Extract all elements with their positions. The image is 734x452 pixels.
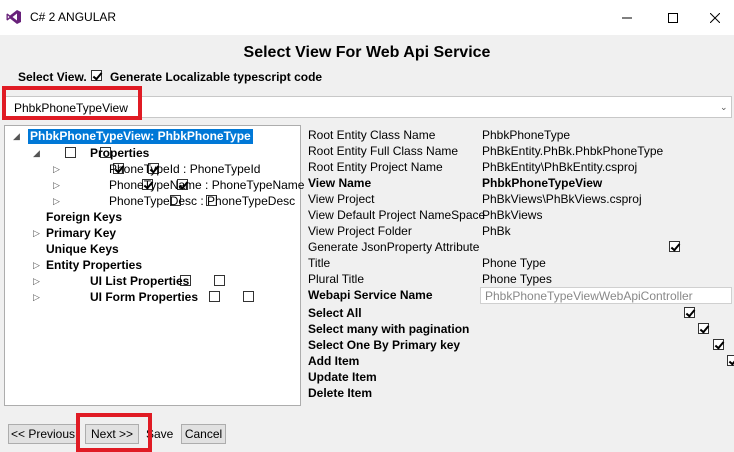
tree-node-prop[interactable]: PhoneTypeId : PhoneTypeId — [109, 162, 260, 176]
grid-value: PhBkEntity\PhBkEntity.csproj — [482, 160, 638, 174]
tree-node-ui-list[interactable]: UI List Properties — [90, 274, 189, 288]
tree-node-primary-key[interactable]: Primary Key — [46, 226, 116, 240]
grid-key: Root Entity Full Class Name — [308, 144, 459, 158]
tree-node-prop[interactable]: PhoneTypeDesc : PhoneTypeDesc — [109, 194, 295, 208]
grid-key: View Project Folder — [308, 224, 412, 238]
grid-key: Select One By Primary key — [308, 338, 461, 352]
grid-value: PhbkPhoneTypeView — [482, 176, 603, 190]
grid-key: Select All — [308, 306, 362, 320]
grid-key: Add Item — [308, 354, 360, 368]
grid-key: Root Entity Project Name — [308, 160, 443, 174]
generate-json-property-checkbox[interactable] — [669, 241, 681, 252]
tree-node-foreign-keys[interactable]: Foreign Keys — [46, 210, 122, 224]
select-all-checkbox[interactable] — [683, 307, 695, 318]
select-view-label: Select View. — [18, 70, 87, 84]
previous-button[interactable]: << Previous — [8, 424, 78, 444]
tree-node-entity-properties[interactable]: Entity Properties — [46, 258, 142, 272]
highlight-box — [76, 413, 152, 452]
visual-studio-icon — [6, 9, 22, 25]
minimize-icon — [622, 17, 632, 18]
chevron-down-icon[interactable]: ⌄ — [720, 102, 728, 113]
grid-value: PhbkPhoneType — [482, 128, 571, 142]
maximize-icon — [668, 12, 678, 23]
tree-node-unique-keys[interactable]: Unique Keys — [46, 242, 119, 256]
tree-node-ui-form[interactable]: UI Form Properties — [90, 290, 198, 304]
minimize-button[interactable] — [604, 0, 650, 35]
collapse-icon[interactable]: ◢ — [33, 148, 40, 159]
grid-key: Delete Item — [308, 386, 373, 400]
grid-key: Generate JsonProperty Attribute — [308, 240, 480, 254]
collapse-icon[interactable]: ◢ — [13, 131, 20, 142]
grid-value[interactable]: Phone Type — [482, 256, 546, 270]
grid-value: PhBkViews\PhBkViews.csproj — [482, 192, 642, 206]
page-title: Select View For Web Api Service — [243, 44, 491, 61]
expand-icon[interactable]: ▷ — [33, 292, 40, 303]
window-title: C# 2 ANGULAR — [30, 10, 117, 24]
tree-node-properties[interactable]: Properties — [90, 146, 149, 160]
tree-node-prop[interactable]: PhoneTypeName : PhoneTypeName — [109, 178, 304, 192]
tree-root-node[interactable]: PhbkPhoneTypeView: PhbkPhoneType — [28, 129, 253, 144]
grid-key: Webapi Service Name — [308, 288, 433, 302]
expand-icon[interactable]: ▷ — [33, 276, 40, 287]
grid-key: Plural Title — [308, 272, 365, 286]
grid-key: View Default Project NameSpace — [308, 208, 486, 222]
tree-checkbox[interactable] — [65, 147, 77, 158]
expand-icon[interactable]: ▷ — [33, 260, 40, 271]
grid-key: Root Entity Class Name — [308, 128, 436, 142]
grid-key: Title — [308, 256, 331, 270]
grid-value: PhBkViews — [482, 208, 543, 222]
expand-icon[interactable]: ▷ — [53, 196, 60, 207]
grid-key: Select many with pagination — [308, 322, 470, 336]
close-button[interactable] — [696, 0, 734, 35]
expand-icon[interactable]: ▷ — [53, 180, 60, 191]
highlight-box — [2, 86, 142, 120]
webapi-service-name-input[interactable]: PhbkPhoneTypeViewWebApiController — [480, 287, 732, 304]
tree-checkbox[interactable] — [214, 275, 226, 286]
grid-key: Update Item — [308, 370, 377, 384]
generate-localizable-checkbox[interactable] — [91, 70, 102, 81]
select-many-checkbox[interactable] — [698, 323, 710, 334]
select-one-checkbox[interactable] — [712, 339, 724, 350]
grid-key: View Project — [308, 192, 375, 206]
maximize-button[interactable] — [650, 0, 696, 35]
grid-value[interactable]: Phone Types — [482, 272, 552, 286]
tree-checkbox[interactable] — [208, 291, 220, 302]
close-icon — [710, 12, 720, 23]
cancel-button[interactable]: Cancel — [181, 424, 226, 444]
expand-icon[interactable]: ▷ — [33, 228, 40, 239]
add-item-checkbox[interactable] — [726, 355, 734, 366]
grid-value: PhBkEntity.PhBk.PhbkPhoneType — [482, 144, 664, 158]
generate-localizable-label: Generate Localizable typescript code — [110, 70, 323, 84]
grid-value: PhBk — [482, 224, 511, 238]
grid-key: View Name — [308, 176, 372, 190]
expand-icon[interactable]: ▷ — [53, 164, 60, 175]
tree-checkbox[interactable] — [243, 291, 255, 302]
